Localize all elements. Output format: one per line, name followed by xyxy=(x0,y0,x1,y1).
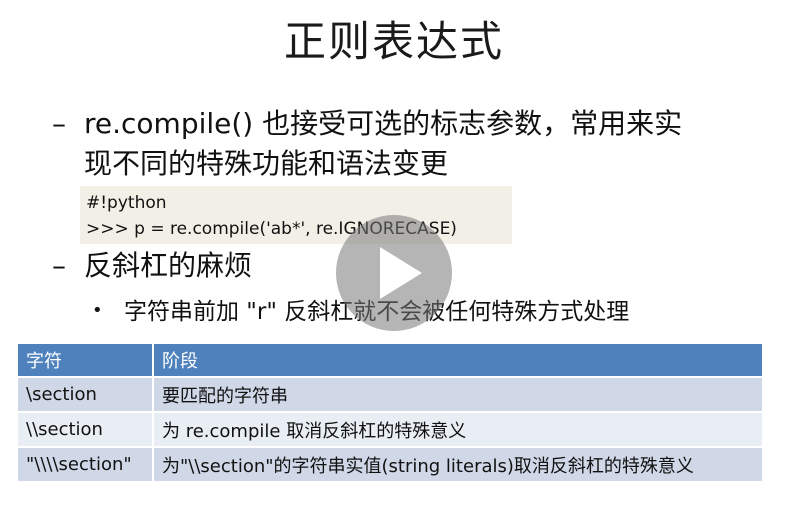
table-cell: \\section xyxy=(18,412,154,448)
table-cell: "\\\\section" xyxy=(18,447,154,483)
dash-marker: – xyxy=(52,107,66,140)
code-line: #!python xyxy=(86,193,167,213)
bullet-dot: • xyxy=(92,300,103,321)
dash-marker: – xyxy=(52,249,66,282)
list-item-recompile: – re.compile() 也接受可选的标志参数，常用来实 现不同的特殊功能和语… xyxy=(52,104,772,184)
play-icon xyxy=(380,247,422,299)
table-row: \\section 为 re.compile 取消反斜杠的特殊意义 xyxy=(18,412,762,448)
item-text: 反斜杠的麻烦 xyxy=(84,249,253,282)
table-row: "\\\\section" 为"\\section"的字符串实值(string … xyxy=(18,447,762,483)
table-cell: \section xyxy=(18,377,154,413)
column-header: 阶段 xyxy=(153,344,762,378)
column-header: 字符 xyxy=(18,344,154,378)
code-term: re.compile() xyxy=(84,107,254,140)
table-header-row: 字符 阶段 xyxy=(18,344,762,378)
table-cell: 为 re.compile 取消反斜杠的特殊意义 xyxy=(153,412,762,448)
syntax-table: 字符 阶段 \section 要匹配的字符串 \\section 为 re.co… xyxy=(18,344,762,483)
table-cell: 要匹配的字符串 xyxy=(153,377,762,413)
table-cell: 为"\\section"的字符串实值(string literals)取消反斜杠… xyxy=(153,447,762,483)
item-text: 也接受可选的标志参数，常用来实 xyxy=(253,107,683,140)
slide-title: 正则表达式 xyxy=(283,17,504,66)
play-button[interactable] xyxy=(336,215,452,331)
table-row: \section 要匹配的字符串 xyxy=(18,377,762,413)
list-item-backslash: – 反斜杠的麻烦 xyxy=(52,246,252,286)
item-text-continued: 现不同的特殊功能和语法变更 xyxy=(84,147,449,180)
